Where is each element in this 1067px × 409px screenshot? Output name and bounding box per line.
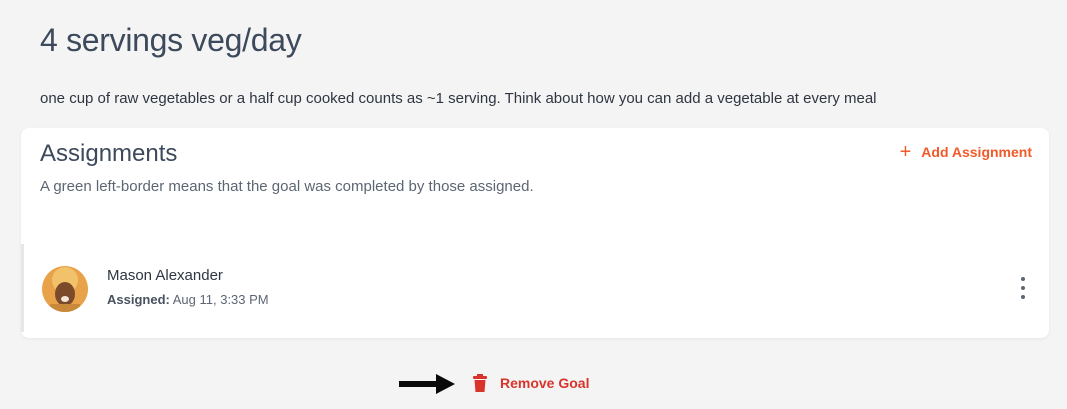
kebab-menu-icon[interactable]	[1019, 277, 1027, 299]
assignment-row[interactable]: Mason Alexander Assigned: Aug 11, 3:33 P…	[21, 244, 1049, 332]
assigned-date: Assigned: Aug 11, 3:33 PM	[107, 292, 269, 307]
assignments-title: Assignments	[40, 140, 178, 167]
trash-icon	[473, 374, 487, 392]
assignments-card: Assignments A green left-border means th…	[21, 128, 1049, 338]
avatar	[42, 266, 88, 312]
add-assignment-button[interactable]: + Add Assignment	[900, 142, 1032, 162]
assigned-label: Assigned:	[107, 292, 170, 307]
assigned-value: Aug 11, 3:33 PM	[172, 292, 269, 307]
assignee-name: Mason Alexander	[107, 267, 223, 284]
add-assignment-label: Add Assignment	[921, 144, 1032, 160]
goal-title: 4 servings veg/day	[40, 22, 302, 58]
remove-goal-button[interactable]: Remove Goal	[473, 374, 589, 392]
goal-description: one cup of raw vegetables or a half cup …	[40, 90, 877, 107]
arrow-right-icon	[399, 374, 455, 394]
remove-goal-label: Remove Goal	[500, 375, 590, 391]
assignments-subtitle: A green left-border means that the goal …	[40, 178, 534, 195]
plus-icon: +	[899, 141, 912, 163]
